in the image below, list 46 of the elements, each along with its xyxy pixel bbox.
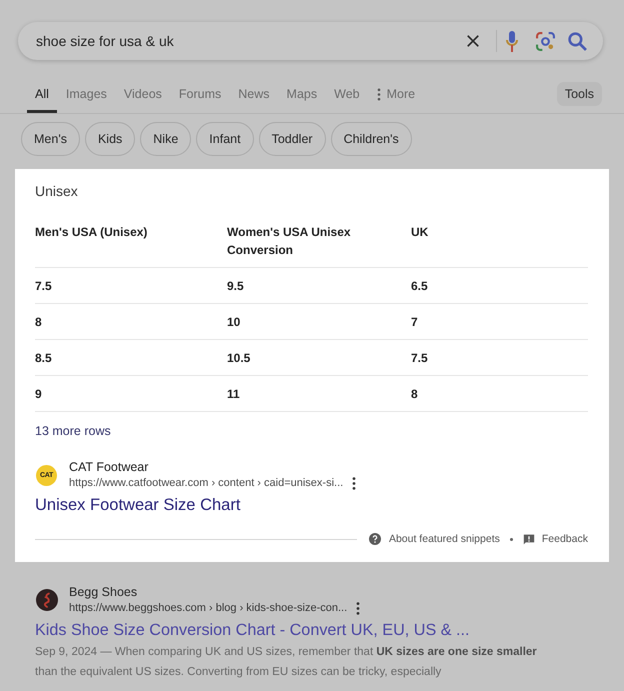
filter-chip[interactable]: Nike [140,122,192,156]
filter-chip[interactable]: Men's [21,122,80,156]
table-cell-text: 6.5 [411,278,429,292]
tools-button[interactable]: Tools [556,82,602,106]
more-rows-link[interactable]: 13 more rows [35,423,111,439]
site-logo-icon [36,589,58,611]
about-snippets-link[interactable]: About featured snippets [388,533,500,545]
tab[interactable]: All [27,80,57,113]
result-title-link[interactable]: Unisex Footwear Size Chart [35,494,588,516]
filter-chip[interactable]: Infant [196,122,254,156]
column-header: UK [411,224,430,241]
feedback-link[interactable]: Feedback [542,533,588,545]
table-cell-text: 9.5 [227,278,245,292]
result-snippet: Sep 9, 2024 — When comparing UK and US sizes, remember that UK sizes are one size smaller than the equivalent US sizes. Converting from EU sizes can be tricky, especially [35,645,538,680]
table-cell-text: 8.5 [35,350,53,364]
search-icon[interactable] [568,32,587,50]
site-url: https://www.beggshoes.com › blog › kids-shoe-size-con... [69,601,348,616]
more-dots-icon [376,88,381,100]
table-cell-text: 8 [411,386,419,400]
table-cell-text: 8 [35,314,43,328]
separator-dot-icon [510,538,513,540]
filter-chip[interactable]: Kids [84,122,136,156]
result-title-link[interactable]: Kids Shoe Size Conversion Chart - Convert UK, EU, US & ... [35,619,604,641]
search-bar[interactable]: shoe size for usa & uk [18,22,603,60]
site-name: CAT Footwear [69,459,150,475]
table-cell-text: 10 [227,314,242,328]
table-cell-text: 9 [35,386,43,400]
lens-icon[interactable] [536,32,555,50]
column-header: Women's USA Unisex Conversion [227,224,352,259]
microphone-icon[interactable] [506,30,518,52]
more-options-icon[interactable] [356,602,360,614]
table-caption: Unisex [35,183,79,199]
site-url: https://www.catfootwear.com › content › caid=unisex-si... [69,476,344,491]
site-name: Begg Shoes [69,584,138,600]
search-query-field[interactable]: shoe size for usa & uk [36,31,464,51]
table-cell-text: 7.5 [35,278,53,292]
table-cell-text: 11 [227,386,241,400]
filter-chip[interactable]: Toddler [258,122,326,156]
table-cell-text: 7 [411,314,419,328]
column-header: Men's USA (Unisex) [35,224,148,241]
feedback-icon[interactable] [522,534,535,544]
help-icon[interactable] [368,533,381,545]
more-options-icon[interactable] [352,476,356,490]
filter-chip[interactable]: Children's [330,122,412,156]
table-cell-text: 7.5 [411,350,429,364]
table-cell-text: 10.5 [227,350,252,364]
